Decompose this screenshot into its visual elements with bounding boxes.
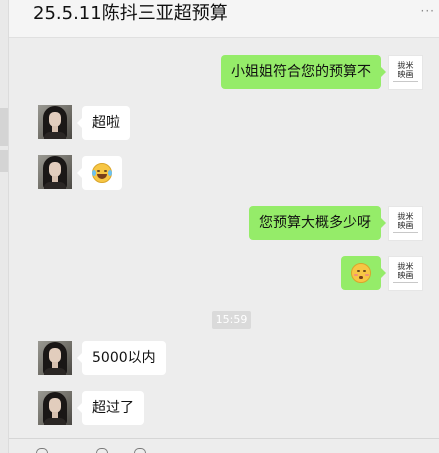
logo-underline (393, 282, 418, 283)
logo-underline (393, 81, 418, 82)
scrollbar-segment[interactable] (0, 150, 8, 172)
left-panel-edge (0, 0, 9, 453)
user-photo-avatar[interactable] (38, 391, 72, 425)
message-timestamp: 15:59 (212, 311, 251, 329)
incoming-emoji-bubble[interactable] (77, 156, 122, 190)
chat-header: 25.5.11陈抖三亚超预算 ··· (9, 0, 439, 38)
user-photo-avatar[interactable] (38, 155, 72, 189)
user-photo-avatar[interactable] (38, 341, 72, 375)
outgoing-message-bubble[interactable]: 小姐姐符合您的预算不 (221, 55, 386, 89)
brand-logo-avatar: 拢米 映画 (397, 61, 414, 79)
incoming-message-bubble[interactable]: 超啦 (77, 106, 130, 140)
self-avatar[interactable]: 拢米 映画 (388, 206, 423, 241)
scrollbar-segment[interactable] (0, 108, 8, 146)
logo-underline (393, 232, 418, 233)
incoming-message-bubble[interactable]: 超过了 (77, 391, 144, 425)
grinning-sweat-emoji (92, 163, 112, 183)
self-avatar[interactable]: 拢米 映画 (388, 55, 423, 90)
user-photo-avatar[interactable] (38, 105, 72, 139)
chat-title: 25.5.11陈抖三亚超预算 (33, 3, 228, 24)
more-dots-icon[interactable]: ··· (421, 4, 435, 18)
brand-logo-avatar: 拢米 映画 (397, 212, 414, 230)
outgoing-emoji-bubble[interactable] (341, 256, 386, 290)
embarrassed-emoji (351, 263, 371, 283)
emoji-icon[interactable] (36, 448, 48, 453)
folder-icon[interactable] (96, 448, 108, 453)
brand-logo-avatar: 拢米 映画 (397, 262, 414, 280)
input-area-divider (9, 438, 439, 439)
scissors-icon[interactable] (134, 448, 146, 453)
outgoing-message-bubble[interactable]: 您预算大概多少呀 (249, 206, 386, 240)
self-avatar[interactable]: 拢米 映画 (388, 256, 423, 291)
incoming-message-bubble[interactable]: 5000以内 (77, 341, 166, 375)
